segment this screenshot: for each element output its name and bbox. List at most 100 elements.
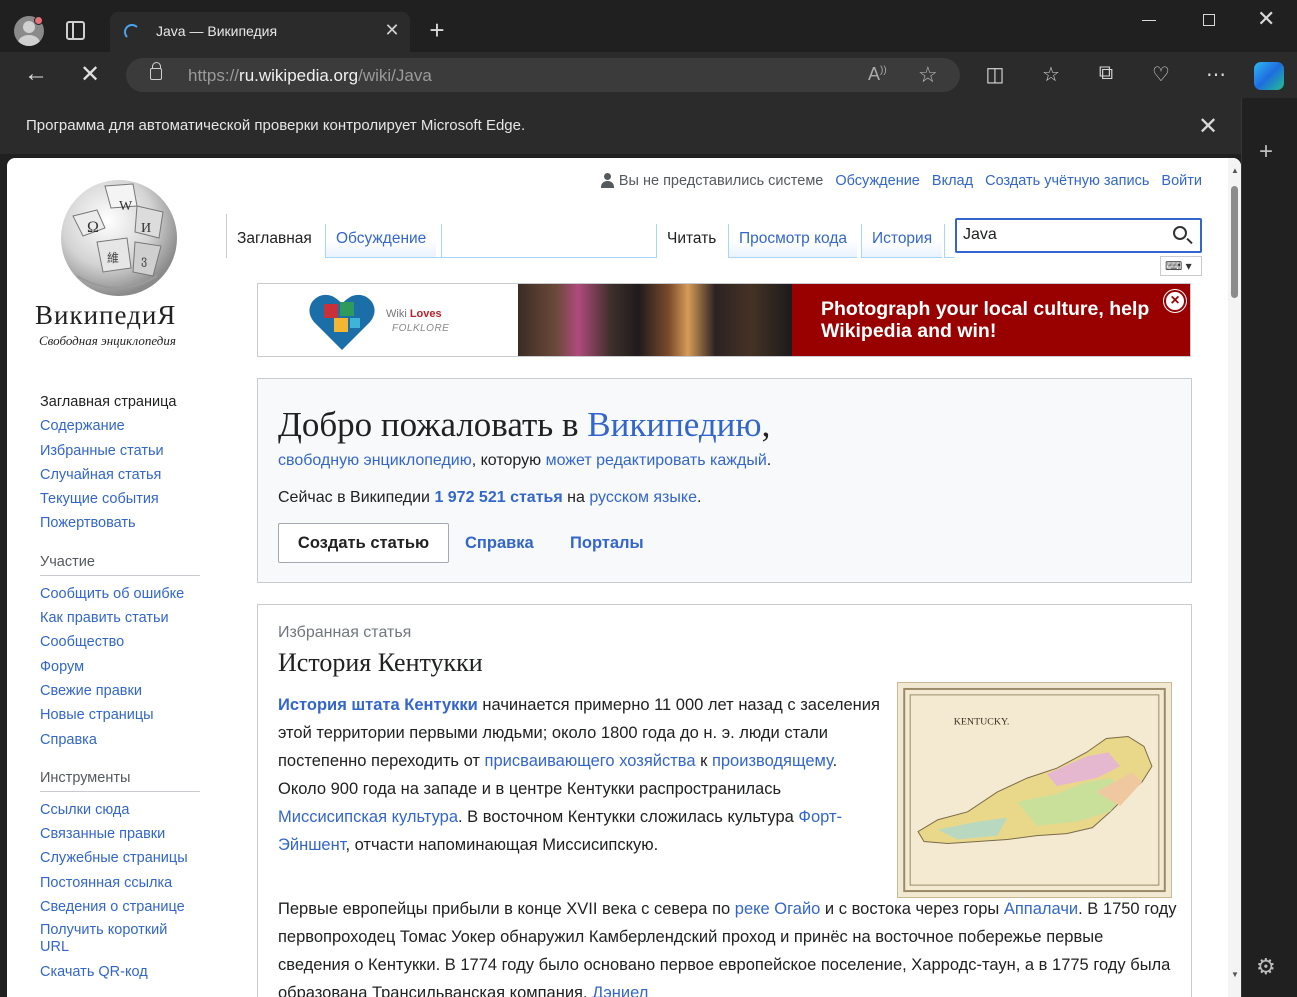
appropriating-economy-link[interactable]: присваивающего хозяйства: [485, 752, 696, 770]
tab-main-page[interactable]: Заглавная: [227, 214, 322, 258]
scroll-down-icon[interactable]: ▼: [1231, 970, 1239, 979]
edge-sidebar: + ⚙: [1241, 98, 1297, 997]
map-title: KENTUCKY.: [954, 717, 1010, 728]
kentucky-map-image[interactable]: KENTUCKY.: [897, 682, 1172, 898]
appalachians-link[interactable]: Аппалачи: [1004, 900, 1078, 918]
browser-toolbar: ← ✕ https://ru.wikipedia.org/wiki/Java A…: [0, 52, 1297, 98]
nav-donate[interactable]: Пожертвовать: [40, 511, 200, 535]
add-sidebar-app-icon[interactable]: +: [1259, 138, 1273, 166]
nav-qr-code[interactable]: Скачать QR-код: [40, 960, 200, 984]
daniel-link[interactable]: Дэниел: [592, 984, 648, 997]
scroll-up-icon[interactable]: ▲: [1231, 166, 1239, 175]
browser-tab-active[interactable]: Java — Википедия ✕: [110, 12, 410, 52]
tab-view-source[interactable]: Просмотр кода: [729, 214, 857, 258]
nav-current-events[interactable]: Текущие события: [40, 487, 200, 511]
nav-special-pages[interactable]: Служебные страницы: [40, 846, 200, 870]
free-encyclopedia-link[interactable]: свободную энциклопедию: [278, 452, 472, 469]
nav-forum[interactable]: Форум: [40, 655, 200, 679]
url-text[interactable]: https://ru.wikipedia.org/wiki/Java: [188, 66, 432, 86]
new-tab-button[interactable]: +: [424, 16, 450, 44]
featured-article: Избранная статья История Кентукки KENTUC…: [257, 604, 1192, 997]
svg-text:И: И: [141, 221, 151, 236]
nav-page-info[interactable]: Сведения о странице: [40, 895, 200, 919]
tab-close-icon[interactable]: ✕: [382, 20, 402, 40]
page-scrollbar[interactable]: ▲ ▼: [1228, 158, 1241, 997]
welcome-wikipedia-link[interactable]: Википедию: [587, 405, 761, 444]
favorite-star-icon[interactable]: ☆: [918, 62, 938, 88]
tab-discussion[interactable]: Обсуждение: [326, 214, 437, 258]
infobar-close-icon[interactable]: ✕: [1198, 112, 1218, 141]
search-box[interactable]: [955, 218, 1202, 253]
nav-new-pages[interactable]: Новые страницы: [40, 703, 200, 727]
russian-language-link[interactable]: русском языке: [589, 489, 697, 506]
nav-contents[interactable]: Содержание: [40, 414, 200, 438]
tab-separator: [944, 224, 945, 258]
nav-report-error[interactable]: Сообщить об ошибке: [40, 582, 200, 606]
producing-economy-link[interactable]: производящему: [712, 752, 833, 770]
kentucky-history-link[interactable]: История штата Кентукки: [278, 696, 478, 714]
automation-infobar: Программа для автоматической проверки ко…: [0, 98, 1241, 154]
nav-recent-changes[interactable]: Свежие правки: [40, 679, 200, 703]
nav-how-to-edit[interactable]: Как править статьи: [40, 606, 200, 630]
mississippian-culture-link[interactable]: Миссисипская культура: [278, 808, 458, 826]
nav-featured[interactable]: Избранные статьи: [40, 439, 200, 463]
wlf-subtitle: FOLKLORE: [392, 323, 450, 334]
tab-read[interactable]: Читать: [657, 214, 727, 258]
personal-link-create-account[interactable]: Создать учётную запись: [985, 173, 1149, 189]
minimize-button[interactable]: [1142, 20, 1156, 21]
nav-what-links-here[interactable]: Ссылки сюда: [40, 798, 200, 822]
copilot-icon[interactable]: [1254, 62, 1284, 90]
puzzle-heart-icon: [309, 294, 375, 350]
address-bar[interactable]: https://ru.wikipedia.org/wiki/Java A)) ☆: [126, 58, 960, 92]
wikipedia-globe-logo[interactable]: W Ω И 維 ვ: [53, 176, 181, 298]
nav-short-url[interactable]: Получить короткий URL: [40, 922, 200, 956]
back-arrow-icon[interactable]: ←: [24, 60, 48, 88]
personal-tools: Вы не представились системе Обсуждение В…: [600, 173, 1202, 189]
scroll-thumb[interactable]: [1231, 186, 1238, 298]
title-bar: Java — Википедия ✕ + ✕: [0, 0, 1297, 52]
not-logged-in-text: Вы не представились системе: [618, 173, 824, 189]
left-navigation: Заглавная страница Содержание Избранные …: [40, 390, 200, 985]
personal-link-contributions[interactable]: Вклад: [932, 173, 973, 189]
search-input[interactable]: [963, 226, 1163, 244]
tab-actions-icon[interactable]: [66, 21, 85, 40]
wlf-wordmark: Wiki Loves: [386, 308, 442, 320]
search-icon[interactable]: [1173, 226, 1187, 240]
portals-link[interactable]: Порталы: [570, 534, 644, 553]
nav-random[interactable]: Случайная статья: [40, 463, 200, 487]
anyone-can-edit-link[interactable]: может редактировать каждый: [546, 452, 767, 469]
personal-link-login[interactable]: Войти: [1161, 173, 1202, 189]
banner-photos: [518, 284, 792, 356]
stop-loading-icon[interactable]: ✕: [80, 60, 100, 89]
more-menu-icon[interactable]: ⋯: [1203, 62, 1229, 87]
article-count-link[interactable]: 1 972 521 статья: [434, 489, 562, 506]
wikipedia-wordmark[interactable]: ВикипедиЯ: [35, 300, 176, 331]
nav-community[interactable]: Сообщество: [40, 630, 200, 654]
create-article-button[interactable]: Создать статью: [278, 523, 449, 563]
help-link[interactable]: Справка: [465, 534, 534, 553]
nav-related-changes[interactable]: Связанные правки: [40, 822, 200, 846]
window-close-button[interactable]: ✕: [1257, 6, 1275, 32]
wlf-banner[interactable]: Wiki Loves FOLKLORE Photograph your loca…: [257, 283, 1191, 357]
split-screen-icon[interactable]: ◫: [982, 62, 1008, 87]
banner-close-icon[interactable]: ×: [1164, 290, 1186, 312]
ohio-river-link[interactable]: реке Огайо: [735, 900, 821, 918]
lock-icon[interactable]: [150, 62, 162, 80]
collections-icon[interactable]: ⧉: [1093, 62, 1119, 85]
settings-gear-icon[interactable]: ⚙: [1256, 954, 1276, 980]
keyboard-icon[interactable]: ⌨ ▾: [1160, 256, 1202, 276]
favorites-icon[interactable]: ☆: [1038, 62, 1064, 87]
svg-text:W: W: [119, 199, 133, 214]
nav-help[interactable]: Справка: [40, 728, 200, 752]
nav-main-page[interactable]: Заглавная страница: [40, 390, 200, 414]
personal-link-talk[interactable]: Обсуждение: [835, 173, 919, 189]
notification-dot: [34, 16, 43, 25]
tab-underline-gap: [442, 257, 657, 258]
tab-history[interactable]: История: [862, 214, 943, 258]
svg-text:維: 維: [107, 251, 119, 265]
nav-permanent-link[interactable]: Постоянная ссылка: [40, 871, 200, 895]
maximize-button[interactable]: [1203, 14, 1215, 26]
banner-message[interactable]: Photograph your local culture, help Wiki…: [821, 298, 1171, 342]
browser-essentials-icon[interactable]: ♡: [1148, 62, 1174, 87]
read-aloud-icon[interactable]: A)): [868, 64, 887, 85]
